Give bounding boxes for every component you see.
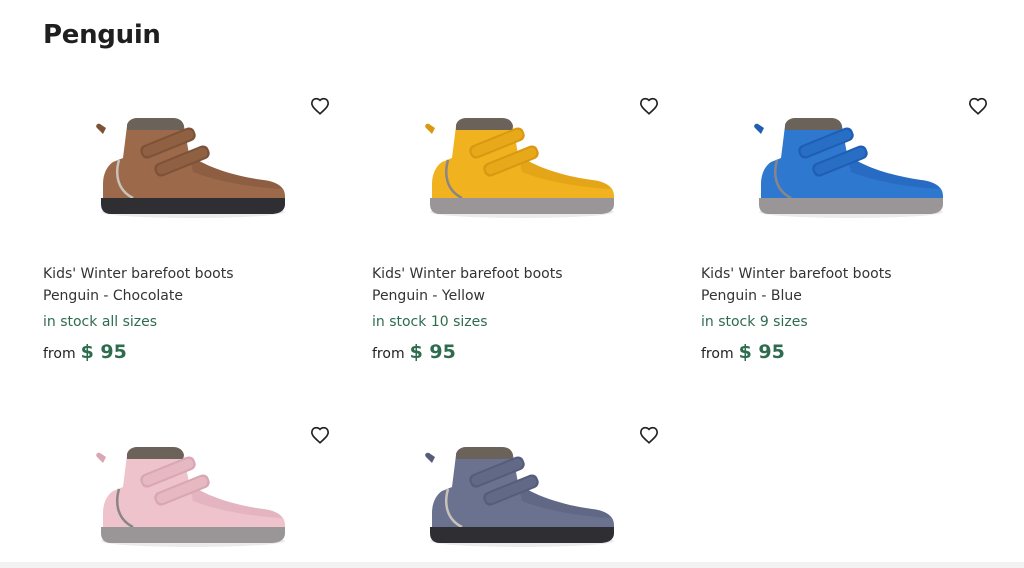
product-card[interactable] [43, 417, 343, 568]
price-row: from $ 95 [701, 341, 785, 363]
stock-status: in stock 9 sizes [701, 314, 808, 330]
product-image[interactable] [43, 88, 330, 253]
product-title-line1[interactable]: Kids' Winter barefoot boots [372, 263, 662, 285]
favorite-heart-icon[interactable] [638, 96, 660, 116]
favorite-heart-icon[interactable] [309, 96, 331, 116]
price-row: from $ 95 [372, 341, 456, 363]
product-title-line1[interactable]: Kids' Winter barefoot boots [43, 263, 333, 285]
favorite-heart-icon[interactable] [638, 425, 660, 445]
price-from-label: from [701, 346, 734, 362]
favorite-heart-icon[interactable] [967, 96, 989, 116]
product-card[interactable]: Kids' Winter barefoot boots Penguin - Ch… [43, 88, 343, 363]
boot-image [425, 118, 614, 218]
stock-status: in stock all sizes [43, 314, 158, 330]
boot-image [96, 447, 285, 547]
product-title[interactable]: Kids' Winter barefoot boots Penguin - Ch… [43, 263, 333, 307]
product-image[interactable] [372, 88, 659, 253]
product-title-line2[interactable]: Penguin - Yellow [372, 285, 662, 307]
product-title-line2[interactable]: Penguin - Blue [701, 285, 991, 307]
price-row: from $ 95 [43, 341, 127, 363]
stock-status: in stock 10 sizes [372, 314, 488, 330]
product-image[interactable] [701, 88, 988, 253]
product-card[interactable]: Kids' Winter barefoot boots Penguin - Bl… [701, 88, 1001, 363]
price-value: $ 95 [738, 341, 785, 363]
page-bottom-edge [0, 562, 1024, 568]
product-title-line2[interactable]: Penguin - Chocolate [43, 285, 333, 307]
price-from-label: from [43, 346, 76, 362]
page-title: Penguin [43, 20, 161, 50]
product-title-line1[interactable]: Kids' Winter barefoot boots [701, 263, 991, 285]
favorite-heart-icon[interactable] [309, 425, 331, 445]
boot-image [754, 118, 943, 218]
boot-image [96, 118, 285, 218]
price-from-label: from [372, 346, 405, 362]
product-title[interactable]: Kids' Winter barefoot boots Penguin - Bl… [701, 263, 991, 307]
product-card[interactable]: Kids' Winter barefoot boots Penguin - Ye… [372, 88, 672, 363]
price-value: $ 95 [409, 341, 456, 363]
product-image[interactable] [43, 417, 330, 568]
product-title[interactable]: Kids' Winter barefoot boots Penguin - Ye… [372, 263, 662, 307]
product-image[interactable] [372, 417, 659, 568]
product-card[interactable] [372, 417, 672, 568]
price-value: $ 95 [80, 341, 127, 363]
boot-image [425, 447, 614, 547]
